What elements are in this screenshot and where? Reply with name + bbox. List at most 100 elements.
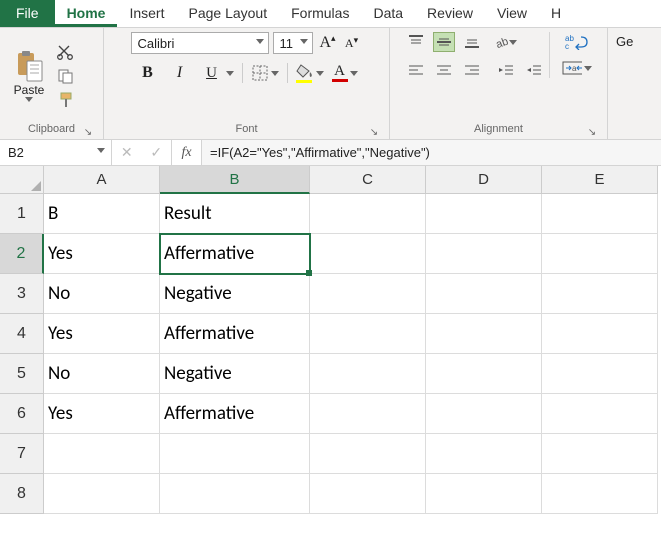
cell-D7[interactable]: [426, 434, 542, 474]
cell-B1[interactable]: Result: [160, 194, 310, 234]
fx-button[interactable]: fx: [172, 140, 202, 165]
cell-B8[interactable]: [160, 474, 310, 514]
cell-A5[interactable]: No: [44, 354, 160, 394]
cell-C8[interactable]: [310, 474, 426, 514]
cell-E3[interactable]: [542, 274, 658, 314]
align-left-button[interactable]: [405, 60, 427, 80]
cell-D6[interactable]: [426, 394, 542, 434]
cell-C2[interactable]: [310, 234, 426, 274]
row-header-3[interactable]: 3: [0, 274, 44, 314]
column-header-D[interactable]: D: [426, 166, 542, 194]
select-all-corner[interactable]: [0, 166, 44, 194]
chevron-down-icon: [97, 148, 105, 153]
cell-B6[interactable]: Affermative: [160, 394, 310, 434]
cell-A8[interactable]: [44, 474, 160, 514]
align-top-button[interactable]: [405, 32, 427, 52]
align-bottom-button[interactable]: [461, 32, 483, 52]
row-header-5[interactable]: 5: [0, 354, 44, 394]
increase-font-button[interactable]: A▴: [317, 32, 339, 54]
name-box[interactable]: B2: [0, 140, 112, 165]
cell-B2[interactable]: Affermative: [160, 234, 310, 274]
cell-E6[interactable]: [542, 394, 658, 434]
font-size-selector[interactable]: 11: [273, 32, 313, 54]
clipboard-launcher[interactable]: ↘: [81, 123, 95, 137]
wrap-text-button[interactable]: abc: [562, 32, 592, 52]
column-header-C[interactable]: C: [310, 166, 426, 194]
font-launcher[interactable]: ↘: [367, 123, 381, 137]
align-right-icon: [464, 63, 480, 77]
merge-center-button[interactable]: a: [562, 58, 592, 78]
bold-button[interactable]: B: [136, 62, 160, 84]
cell-A4[interactable]: Yes: [44, 314, 160, 354]
menu-tab-review[interactable]: Review: [415, 0, 485, 27]
cell-C3[interactable]: [310, 274, 426, 314]
menu-tab-page-layout[interactable]: Page Layout: [176, 0, 279, 27]
decrease-font-button[interactable]: A▾: [341, 32, 363, 54]
cell-D8[interactable]: [426, 474, 542, 514]
paste-label: Paste: [14, 83, 45, 97]
font-name-selector[interactable]: Calibri: [131, 32, 269, 54]
cell-C6[interactable]: [310, 394, 426, 434]
fill-color-button[interactable]: [296, 63, 324, 83]
cell-E1[interactable]: [542, 194, 658, 234]
paste-button[interactable]: Paste: [8, 49, 50, 102]
menu-tab-h[interactable]: H: [539, 0, 573, 27]
column-header-A[interactable]: A: [44, 166, 160, 194]
file-tab[interactable]: File: [0, 0, 55, 27]
menu-tab-home[interactable]: Home: [55, 0, 118, 27]
cell-D5[interactable]: [426, 354, 542, 394]
menu-tab-formulas[interactable]: Formulas: [279, 0, 361, 27]
row-header-2[interactable]: 2: [0, 234, 44, 274]
underline-button[interactable]: U: [200, 62, 234, 84]
cell-D3[interactable]: [426, 274, 542, 314]
cell-A2[interactable]: Yes: [44, 234, 160, 274]
menu-tab-data[interactable]: Data: [361, 0, 415, 27]
cut-button[interactable]: [56, 43, 76, 61]
cell-E5[interactable]: [542, 354, 658, 394]
row-header-8[interactable]: 8: [0, 474, 44, 514]
row-header-6[interactable]: 6: [0, 394, 44, 434]
cell-E7[interactable]: [542, 434, 658, 474]
cell-A7[interactable]: [44, 434, 160, 474]
cell-A3[interactable]: No: [44, 274, 160, 314]
cell-E2[interactable]: [542, 234, 658, 274]
cell-B3[interactable]: Negative: [160, 274, 310, 314]
italic-button[interactable]: I: [168, 62, 192, 84]
cell-B4[interactable]: Affermative: [160, 314, 310, 354]
cell-C4[interactable]: [310, 314, 426, 354]
column-header-E[interactable]: E: [542, 166, 658, 194]
font-color-button[interactable]: A: [332, 64, 358, 82]
borders-button[interactable]: [251, 64, 279, 82]
row-header-1[interactable]: 1: [0, 194, 44, 234]
cell-A6[interactable]: Yes: [44, 394, 160, 434]
cell-C7[interactable]: [310, 434, 426, 474]
increase-indent-button[interactable]: [523, 60, 545, 80]
decrease-indent-button[interactable]: [495, 60, 517, 80]
cell-D2[interactable]: [426, 234, 542, 274]
cell-C5[interactable]: [310, 354, 426, 394]
menu-tab-insert[interactable]: Insert: [117, 0, 176, 27]
format-painter-button[interactable]: [56, 91, 76, 109]
row-header-4[interactable]: 4: [0, 314, 44, 354]
cancel-formula-button[interactable]: ✕: [121, 144, 133, 161]
copy-button[interactable]: [56, 67, 76, 85]
menu-tab-view[interactable]: View: [485, 0, 539, 27]
formula-input[interactable]: =IF(A2="Yes","Affirmative","Negative"): [202, 140, 661, 165]
align-right-button[interactable]: [461, 60, 483, 80]
align-center-button[interactable]: [433, 60, 455, 80]
cell-E8[interactable]: [542, 474, 658, 514]
align-middle-button[interactable]: [433, 32, 455, 52]
orientation-button[interactable]: ab: [495, 32, 517, 52]
cell-A1[interactable]: B: [44, 194, 160, 234]
column-header-B[interactable]: B: [160, 166, 310, 194]
alignment-launcher[interactable]: ↘: [585, 123, 599, 137]
cell-C1[interactable]: [310, 194, 426, 234]
cell-B7[interactable]: [160, 434, 310, 474]
number-format-selector[interactable]: Ge: [616, 34, 633, 49]
row-header-7[interactable]: 7: [0, 434, 44, 474]
cell-D4[interactable]: [426, 314, 542, 354]
cell-D1[interactable]: [426, 194, 542, 234]
enter-formula-button[interactable]: ✓: [150, 144, 162, 161]
cell-E4[interactable]: [542, 314, 658, 354]
cell-B5[interactable]: Negative: [160, 354, 310, 394]
